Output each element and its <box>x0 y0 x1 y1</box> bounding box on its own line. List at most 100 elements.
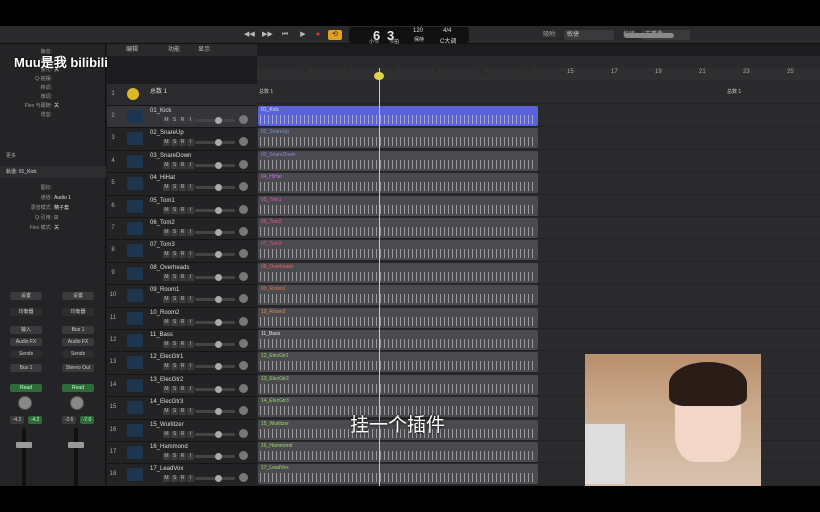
track-header[interactable]: 12 11_Bass MSRI <box>107 330 257 353</box>
slider-thumb[interactable] <box>215 161 222 169</box>
track-volume-slider[interactable] <box>195 453 235 460</box>
cycle-icon[interactable]: ⟲ <box>328 30 342 40</box>
track-lane[interactable]: 08_Overheads <box>257 262 820 285</box>
track-volume-slider[interactable] <box>195 296 235 304</box>
function-menu[interactable]: 功能 <box>159 45 189 55</box>
track-param-row[interactable]: 图标: <box>0 184 106 192</box>
slider-thumb[interactable] <box>215 296 222 304</box>
solo-button[interactable]: S <box>171 408 178 416</box>
record-enable-button[interactable]: R <box>179 251 186 259</box>
input-monitor-button[interactable]: I <box>187 117 194 124</box>
playhead-handle[interactable] <box>374 72 384 80</box>
solo-button[interactable]: S <box>171 229 178 236</box>
track-volume-slider[interactable] <box>195 408 235 416</box>
track-pan-knob[interactable] <box>239 204 248 214</box>
track-header[interactable]: 2 01_Kick MSRI <box>107 106 257 129</box>
record-enable-button[interactable]: R <box>179 117 186 124</box>
track-pan-knob[interactable] <box>239 294 248 304</box>
track-pan-knob[interactable] <box>239 361 248 371</box>
mute-button[interactable]: M <box>163 385 170 393</box>
audio-region[interactable]: 07_Tom3 <box>258 240 538 261</box>
track-volume-slider[interactable] <box>195 430 235 438</box>
track-volume-slider[interactable] <box>195 273 235 281</box>
track-pan-knob[interactable] <box>239 406 248 416</box>
track-pan-knob[interactable] <box>239 137 248 147</box>
ruler[interactable]: 1 3 5 7 9 11 13 15 17 19 21 23 25 <box>257 68 820 80</box>
record-enable-button[interactable]: R <box>179 318 186 326</box>
pan-knob[interactable] <box>70 396 84 410</box>
mute-button[interactable]: M <box>163 161 170 169</box>
volume-fader-cap[interactable] <box>68 442 84 448</box>
track-volume-slider[interactable] <box>195 341 235 348</box>
record-enable-button[interactable]: R <box>179 184 186 192</box>
slider-thumb[interactable] <box>215 206 222 214</box>
track-header[interactable]: 17 16_Hammond MSRI <box>107 442 257 465</box>
slider-thumb[interactable] <box>215 184 222 192</box>
track-lane[interactable]: 04_HiHat <box>257 172 820 195</box>
master-volume-slider[interactable] <box>624 33 674 38</box>
rewind-icon[interactable]: ◀◀ <box>244 30 255 40</box>
mute-button[interactable]: M <box>163 430 170 438</box>
track-header[interactable]: 8 07_Tom3 MSRI <box>107 240 257 263</box>
automation-mode[interactable]: Read <box>62 384 94 392</box>
audio-fx-slot[interactable]: Audio FX <box>10 338 42 346</box>
folder-lane[interactable]: 总数 1 总数 1 <box>257 82 820 105</box>
output-slot[interactable]: Stereo Out <box>62 364 94 372</box>
track-header[interactable]: 5 04_HiHat MSRI <box>107 173 257 196</box>
track-volume-slider[interactable] <box>195 385 235 393</box>
record-enable-button[interactable]: R <box>179 453 186 460</box>
audio-region[interactable]: 03_SnareDown <box>258 150 538 171</box>
track-pan-knob[interactable] <box>239 339 248 348</box>
slider-thumb[interactable] <box>215 251 222 259</box>
view-menu[interactable]: 显示 <box>189 45 219 55</box>
mute-button[interactable]: M <box>163 251 170 259</box>
audio-fx-slot[interactable]: Audio FX <box>62 338 94 346</box>
input-monitor-button[interactable]: I <box>187 161 194 169</box>
record-enable-button[interactable]: R <box>179 408 186 416</box>
lcd-display[interactable]: 6 3 小节 节拍 120 保持 4/4 C大调 <box>349 27 469 45</box>
audio-region[interactable]: 17_LeadVox <box>258 464 538 485</box>
track-param-row[interactable]: 通道: Audio 1 <box>0 194 106 202</box>
track-lane[interactable]: 02_SnareUp <box>257 127 820 150</box>
record-enable-button[interactable]: R <box>179 475 186 483</box>
mute-button[interactable]: M <box>163 453 170 460</box>
solo-button[interactable]: S <box>171 475 178 483</box>
slider-thumb[interactable] <box>215 408 222 416</box>
record-icon[interactable]: ● <box>313 30 323 40</box>
audio-region[interactable]: 10_Room2 <box>258 307 538 328</box>
track-lane[interactable]: 10_Room2 <box>257 307 820 329</box>
mute-button[interactable]: M <box>163 296 170 304</box>
eq-display[interactable]: 均衡器 <box>62 308 94 316</box>
track-volume-slider[interactable] <box>195 139 235 147</box>
track-header[interactable]: 14 13_ElecGtr2 MSRI <box>107 374 257 398</box>
track-header[interactable]: 15 14_ElecGtr3 MSRI <box>107 397 257 420</box>
sends-slot[interactable]: Sends <box>10 350 42 358</box>
mute-button[interactable]: M <box>163 184 170 192</box>
track-lane[interactable]: 11_Bass <box>257 329 820 352</box>
record-enable-button[interactable]: R <box>179 385 186 393</box>
output-slot[interactable]: Bus 1 <box>10 364 42 372</box>
setting-button[interactable]: 设置 <box>62 292 94 300</box>
audio-region[interactable]: 06_Tom2 <box>258 218 538 238</box>
track-header[interactable]: 13 12_ElecGtr1 MSRI <box>107 352 257 375</box>
track-param-row[interactable]: Flex 模式: 关 <box>0 224 106 232</box>
track-param-row[interactable]: 录音模式: 精子套 <box>0 204 106 212</box>
track-header[interactable]: 4 03_SnareDown MSRI <box>107 150 257 174</box>
audio-region[interactable]: 11_Bass <box>258 330 538 350</box>
track-volume-slider[interactable] <box>195 229 235 236</box>
solo-button[interactable]: S <box>171 363 178 371</box>
track-volume-slider[interactable] <box>195 206 235 214</box>
input-monitor-button[interactable]: I <box>187 139 194 147</box>
mute-button[interactable]: M <box>163 229 170 236</box>
solo-button[interactable]: S <box>171 117 178 124</box>
track-pan-knob[interactable] <box>239 182 248 192</box>
audio-region[interactable]: 02_SnareUp <box>258 128 538 149</box>
solo-button[interactable]: S <box>171 318 178 326</box>
mute-button[interactable]: M <box>163 139 170 147</box>
slider-thumb[interactable] <box>215 229 222 236</box>
track-lane[interactable]: 09_Room1 <box>257 284 820 307</box>
track-volume-slider[interactable] <box>195 117 235 124</box>
track-pan-knob[interactable] <box>239 249 248 259</box>
record-enable-button[interactable]: R <box>179 363 186 371</box>
edit-menu[interactable]: 编辑 <box>117 45 147 55</box>
